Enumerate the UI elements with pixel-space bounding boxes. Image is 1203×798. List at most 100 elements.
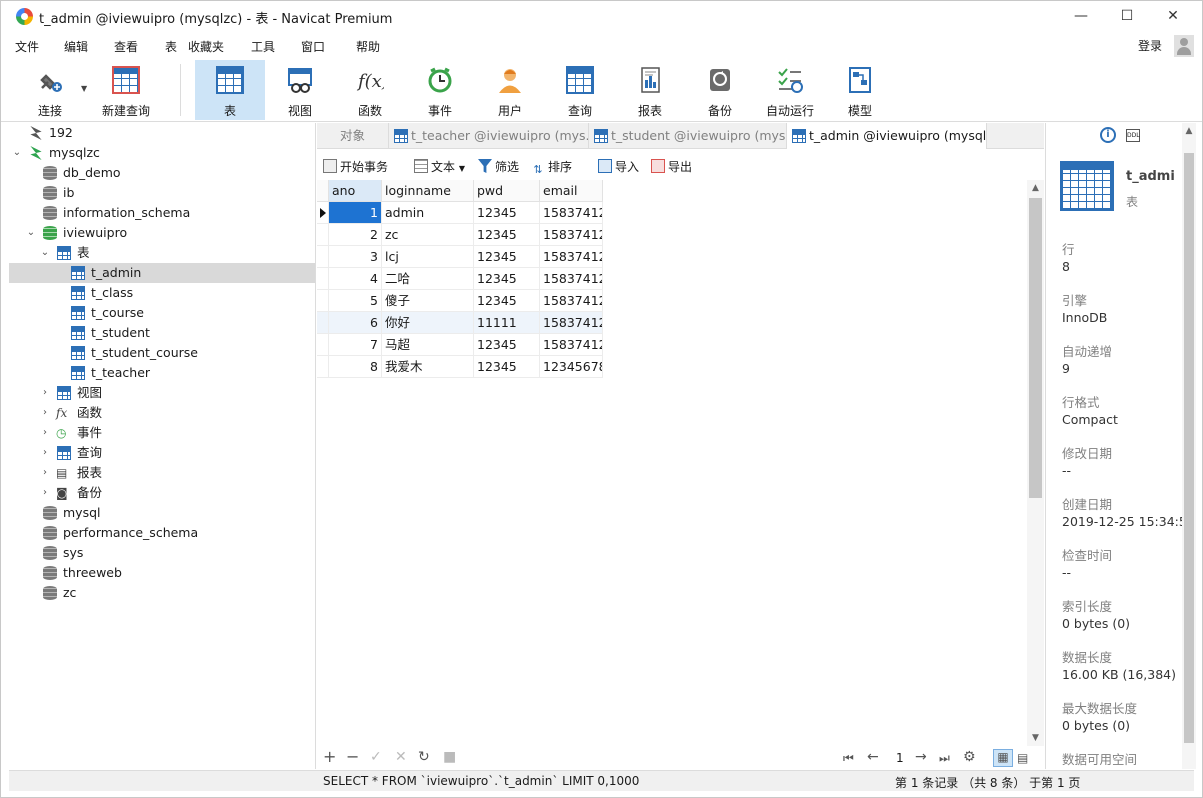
column-header-pwd[interactable]: pwd	[474, 180, 540, 202]
chevron-down-icon[interactable]: ⌄	[39, 243, 51, 263]
tab-t-student[interactable]: t_student @iviewuipro (mys...	[589, 123, 787, 149]
tree-item-ib[interactable]: ib	[9, 183, 315, 203]
tree-item-t-class[interactable]: t_class	[9, 283, 315, 303]
cell-email[interactable]: 158374128	[540, 246, 603, 268]
cell-loginname[interactable]: zc	[382, 224, 474, 246]
scroll-down-icon[interactable]: ▼	[1027, 730, 1044, 746]
cell-ano[interactable]: 3	[329, 246, 382, 268]
chevron-down-icon[interactable]: ⌄	[25, 223, 37, 243]
cell-loginname[interactable]: lcj	[382, 246, 474, 268]
minimize-button[interactable]: —	[1058, 1, 1104, 32]
tree-item-views[interactable]: › 视图	[9, 383, 315, 403]
tree-item-t-admin[interactable]: t_admin	[9, 263, 315, 283]
tree-item-iviewuipro[interactable]: ⌄ iviewuipro	[9, 223, 315, 243]
scroll-thumb[interactable]	[1029, 198, 1042, 498]
cell-pwd[interactable]: 12345	[474, 356, 540, 378]
tree-item-functions[interactable]: › fx 函数	[9, 403, 315, 423]
chevron-right-icon[interactable]: ›	[39, 383, 51, 403]
tree-item-information-schema[interactable]: information_schema	[9, 203, 315, 223]
tree-item-threeweb[interactable]: threeweb	[9, 563, 315, 583]
tree-item-performance-schema[interactable]: performance_schema	[9, 523, 315, 543]
tree-item-mysql[interactable]: mysql	[9, 503, 315, 523]
table-row[interactable]: 6 你好 11111 158374128	[317, 312, 603, 334]
tree-item-backups[interactable]: › ◙ 备份	[9, 483, 315, 503]
tab-t-teacher[interactable]: t_teacher @iviewuipro (mys...	[389, 123, 589, 149]
backup-button[interactable]: 备份	[685, 60, 755, 120]
tree-item-t-student-course[interactable]: t_student_course	[9, 343, 315, 363]
cell-loginname[interactable]: 我爱木	[382, 356, 474, 378]
first-page-icon[interactable]: ⏮	[843, 751, 854, 766]
menu-edit[interactable]: 编辑	[64, 38, 88, 55]
export-button[interactable]: 导出	[651, 158, 692, 175]
cell-email[interactable]: 158374128	[540, 224, 603, 246]
report-button[interactable]: 报表	[615, 60, 685, 120]
cell-ano[interactable]: 6	[329, 312, 382, 334]
new-query-button[interactable]: 新建查询	[95, 60, 157, 120]
chevron-right-icon[interactable]: ›	[39, 443, 51, 463]
table-button[interactable]: 表	[195, 60, 265, 120]
cell-loginname[interactable]: 你好	[382, 312, 474, 334]
tree-item-tables[interactable]: ⌄ 表	[9, 243, 315, 263]
cell-pwd[interactable]: 12345	[474, 268, 540, 290]
cell-ano[interactable]: 1	[329, 202, 382, 224]
grid-view-icon[interactable]: ▦	[993, 749, 1013, 767]
cell-ano[interactable]: 4	[329, 268, 382, 290]
tree-item-192[interactable]: 192	[9, 123, 315, 143]
info-icon[interactable]: i	[1100, 127, 1116, 143]
gear-icon[interactable]: ⚙	[963, 749, 976, 765]
import-button[interactable]: 导入	[598, 158, 639, 175]
tree-item-events[interactable]: › ◷ 事件	[9, 423, 315, 443]
menu-file[interactable]: 文件	[15, 38, 39, 55]
menu-table[interactable]: 表	[165, 38, 177, 55]
discard-changes-icon[interactable]: ✕	[395, 749, 407, 765]
refresh-icon[interactable]: ↻	[418, 749, 430, 765]
cell-ano[interactable]: 7	[329, 334, 382, 356]
cell-email[interactable]: 158374128	[540, 202, 603, 224]
tree-item-t-teacher[interactable]: t_teacher	[9, 363, 315, 383]
cell-loginname[interactable]: 二哈	[382, 268, 474, 290]
connect-button[interactable]: 连接	[19, 60, 81, 120]
menu-favorites[interactable]: 收藏夹	[188, 38, 224, 55]
cell-ano[interactable]: 2	[329, 224, 382, 246]
maximize-button[interactable]: ☐	[1104, 1, 1150, 32]
chevron-right-icon[interactable]: ›	[39, 483, 51, 503]
menu-view[interactable]: 查看	[114, 38, 138, 55]
page-number-input[interactable]: 1	[896, 751, 904, 765]
chevron-right-icon[interactable]: ›	[39, 423, 51, 443]
tree-item-zc[interactable]: zc	[9, 583, 315, 603]
cell-pwd[interactable]: 12345	[474, 246, 540, 268]
chevron-right-icon[interactable]: ›	[39, 463, 51, 483]
text-button[interactable]: 文本 ▼	[414, 158, 465, 175]
info-panel-scrollbar[interactable]: ▲	[1182, 123, 1196, 769]
avatar-icon[interactable]	[1174, 35, 1194, 57]
connect-dropdown-icon[interactable]: ▼	[81, 84, 87, 93]
begin-transaction-button[interactable]: 开始事务	[323, 158, 388, 175]
cell-pwd[interactable]: 12345	[474, 202, 540, 224]
chevron-right-icon[interactable]: ›	[39, 403, 51, 423]
previous-page-icon[interactable]: ←	[867, 749, 879, 765]
column-header-loginname[interactable]: loginname	[382, 180, 474, 202]
cell-ano[interactable]: 5	[329, 290, 382, 312]
tree-item-queries[interactable]: › 查询	[9, 443, 315, 463]
view-button[interactable]: 视图	[265, 60, 335, 120]
cell-pwd[interactable]: 12345	[474, 290, 540, 312]
login-link[interactable]: 登录	[1138, 37, 1162, 54]
cell-pwd[interactable]: 11111	[474, 312, 540, 334]
apply-changes-icon[interactable]: ✓	[370, 749, 382, 765]
cell-email[interactable]: 158374128	[540, 290, 603, 312]
column-header-ano[interactable]: ano	[329, 180, 382, 202]
ddl-icon[interactable]: DDL	[1126, 129, 1140, 142]
cell-ano[interactable]: 8	[329, 356, 382, 378]
cell-email[interactable]: 158374128	[540, 334, 603, 356]
event-button[interactable]: 事件	[405, 60, 475, 120]
cell-pwd[interactable]: 12345	[474, 334, 540, 356]
filter-button[interactable]: 筛选	[478, 158, 519, 175]
scroll-thumb[interactable]	[1184, 153, 1194, 743]
sort-button[interactable]: ⇅ 排序	[531, 158, 572, 177]
cell-loginname[interactable]: 马超	[382, 334, 474, 356]
delete-record-icon[interactable]: −	[346, 747, 359, 766]
cell-email[interactable]: 123456789	[540, 356, 603, 378]
cell-pwd[interactable]: 12345	[474, 224, 540, 246]
form-view-icon[interactable]: ▤	[1017, 751, 1028, 765]
chevron-down-icon[interactable]: ⌄	[11, 143, 23, 163]
